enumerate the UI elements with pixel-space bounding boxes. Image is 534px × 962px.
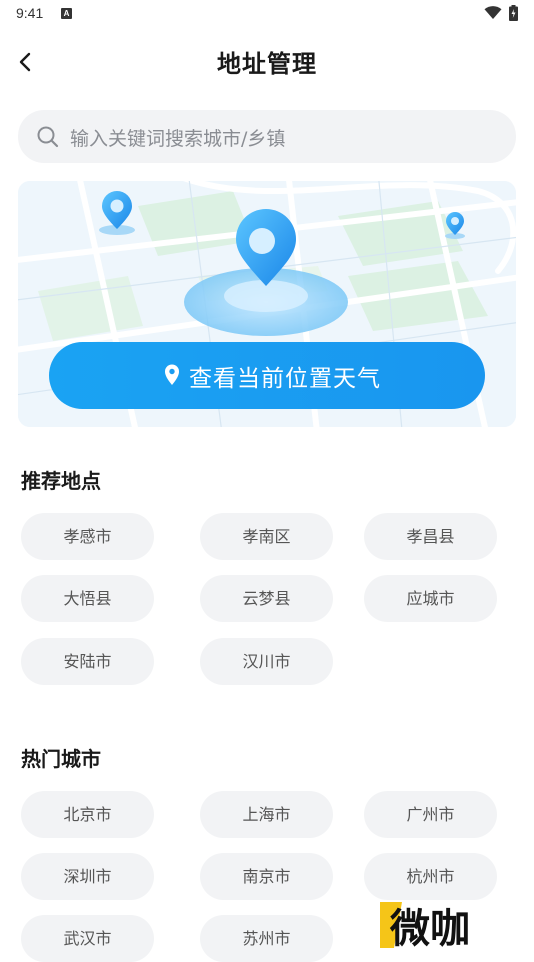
hot-city-chip[interactable]: 北京市 [21,791,154,838]
watermark-logo: 微咖 [380,902,470,950]
recommended-chip[interactable]: 孝昌县 [364,513,497,560]
recommended-chip[interactable]: 孝感市 [21,513,154,560]
hot-city-chip[interactable]: 苏州市 [200,915,333,962]
recommended-chip[interactable]: 云梦县 [200,575,333,622]
location-pin-icon [165,364,179,385]
hot-city-chip[interactable]: 武汉市 [21,915,154,962]
recommended-chip[interactable]: 大悟县 [21,575,154,622]
recommended-chip[interactable]: 应城市 [364,575,497,622]
locate-button-label: 查看当前位置天气 [189,366,381,392]
hot-city-chip[interactable]: 南京市 [200,853,333,900]
wifi-icon [484,6,502,19]
page-title: 地址管理 [217,50,317,78]
hot-city-chip[interactable]: 广州市 [364,791,497,838]
status-time: 9:41 [16,5,44,21]
search-icon [37,126,59,148]
notification-icon: A [61,8,72,19]
search-placeholder: 输入关键词搜索城市/乡镇 [70,128,286,150]
hot-city-chip[interactable]: 杭州市 [364,853,497,900]
recommended-section-title: 推荐地点 [21,469,101,493]
battery-icon [509,5,518,21]
recommended-chip[interactable]: 孝南区 [200,513,333,560]
recommended-chip[interactable]: 汉川市 [200,638,333,685]
view-current-location-weather-button[interactable]: 查看当前位置天气 [49,342,485,409]
map-card: 查看当前位置天气 [18,181,516,427]
status-bar: 9:41 A [0,0,534,28]
hot-city-chip[interactable]: 上海市 [200,791,333,838]
hot-city-chip[interactable]: 深圳市 [21,853,154,900]
hot-cities-section-title: 热门城市 [21,747,101,771]
header: 地址管理 [0,36,534,86]
svg-text:微咖: 微咖 [389,906,470,950]
recommended-chip[interactable]: 安陆市 [21,638,154,685]
search-input[interactable]: 输入关键词搜索城市/乡镇 [18,110,516,163]
